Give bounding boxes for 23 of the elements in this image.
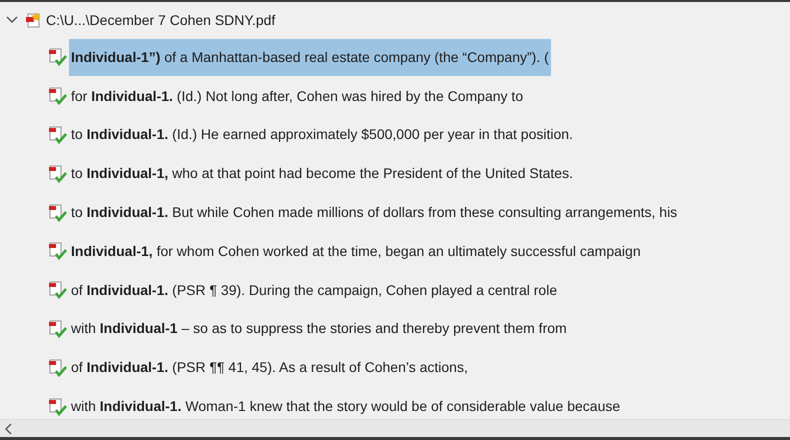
pdf-check-icon [48, 318, 68, 339]
pdf-check-icon [48, 358, 68, 378]
pdf-file-icon [24, 11, 42, 29]
pdf-check-icon [48, 164, 68, 184]
result-row[interactable]: Individual-1”) of a Manhattan-based real estate company (the “Company”). ( [69, 38, 551, 76]
result-row[interactable]: to Individual-1. (Id.) He earned approximately $500,000 per year in that position. [69, 116, 575, 154]
file-path[interactable]: C:\U...\December 7 Cohen SDNY.pdf [46, 12, 276, 28]
result-row[interactable]: with Individual-1. Woman-1 knew that the story would be of considerable value because [69, 388, 622, 419]
pdf-check-icon [48, 202, 68, 223]
result-row[interactable]: of Individual-1. (PSR ¶ 39). During the campaign, Cohen played a central role [69, 272, 560, 309]
result-row[interactable]: with Individual-1 – so as to suppress the stories and thereby prevent them from [69, 310, 569, 348]
pdf-check-icon [48, 280, 68, 300]
result-row[interactable]: of Individual-1. (PSR ¶¶ 41, 45). As a result of Cohen’s actions, [69, 349, 470, 386]
pdf-check-icon [48, 241, 68, 262]
pdf-check-icon [48, 124, 68, 145]
pdf-check-icon [48, 47, 68, 68]
pdf-check-icon [48, 396, 68, 417]
result-row[interactable]: to Individual-1. But while Cohen made millions of dollars from these consulting arrangements, his [69, 194, 680, 232]
result-row[interactable]: to Individual-1, who at that point had become the President of the United States. [69, 155, 575, 192]
result-row[interactable]: Individual-1, for whom Cohen worked at the time, began an ultimately successful campaign [69, 232, 643, 270]
horizontal-scrollbar[interactable] [0, 419, 790, 437]
pdf-check-icon [48, 86, 68, 106]
result-row[interactable]: for Individual-1. (Id.) Not long after, Cohen was hired by the Company to [69, 78, 526, 115]
